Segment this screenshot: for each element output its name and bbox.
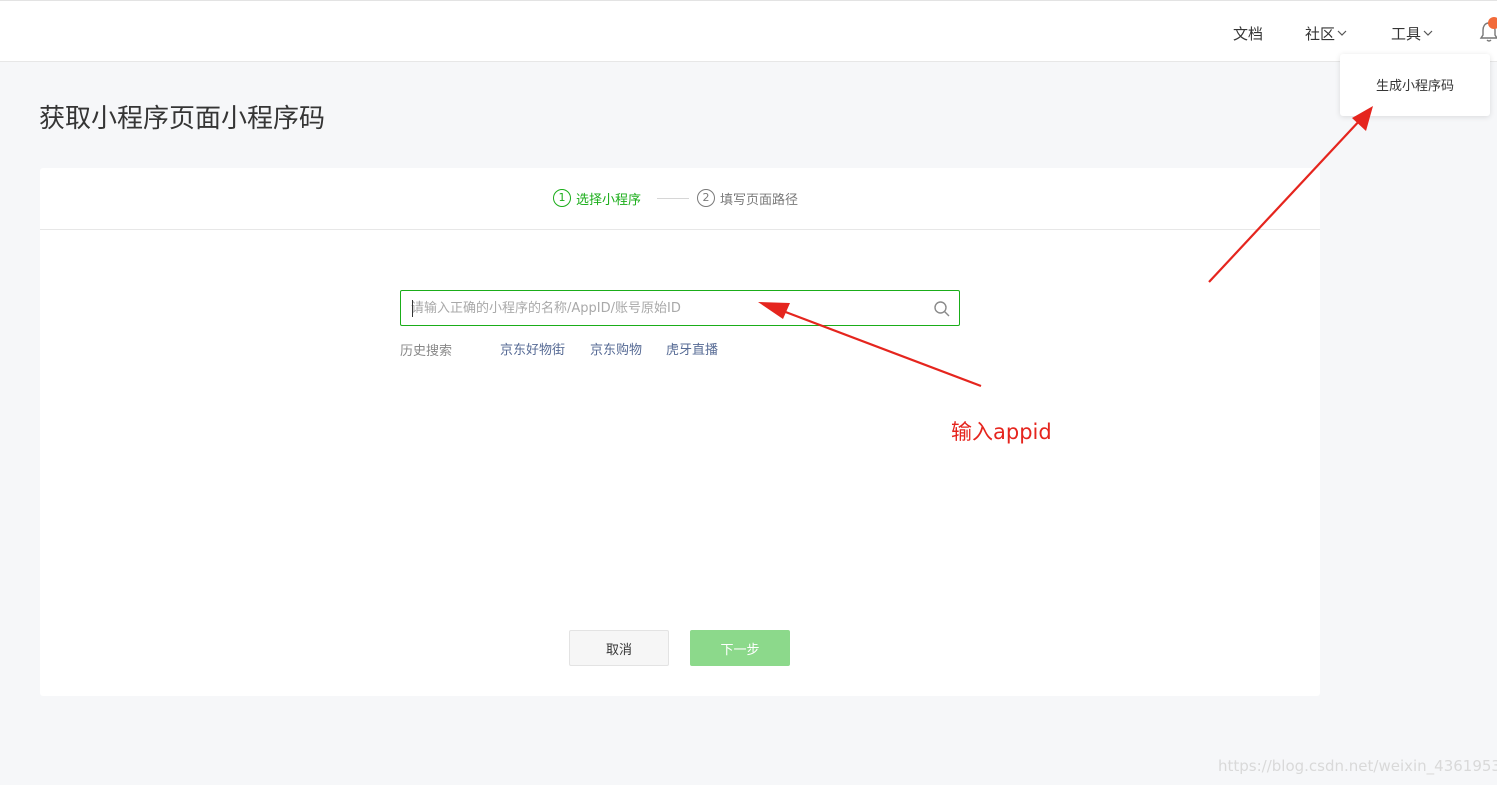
step-fill-page-path: 2 填写页面路径	[697, 188, 798, 208]
nav-community-label: 社区	[1305, 24, 1336, 43]
page-title: 获取小程序页面小程序码	[39, 104, 326, 134]
search-input[interactable]	[411, 291, 921, 325]
step-label: 填写页面路径	[720, 192, 799, 208]
notification-badge	[1488, 17, 1497, 29]
step-select-mini-program: 1 选择小程序	[553, 188, 641, 208]
nav-docs[interactable]: 文档	[1233, 23, 1263, 43]
top-navigation-bar: 文档 社区 工具	[0, 0, 1497, 62]
step-number: 1	[553, 189, 571, 207]
history-item[interactable]: 京东购物	[590, 339, 642, 358]
cancel-button[interactable]: 取消	[569, 630, 669, 666]
chevron-down-icon	[1423, 30, 1433, 36]
nav-tools[interactable]: 工具	[1391, 23, 1433, 43]
nav-tools-label: 工具	[1391, 24, 1422, 43]
search-icon[interactable]	[933, 300, 951, 318]
tools-dropdown-menu: 生成小程序码	[1340, 54, 1490, 116]
nav-community[interactable]: 社区	[1305, 23, 1347, 43]
history-label: 历史搜索	[400, 344, 453, 359]
step-connector	[657, 198, 689, 199]
history-item[interactable]: 京东好物街	[500, 339, 565, 358]
next-step-button[interactable]: 下一步	[690, 630, 790, 666]
menu-item-generate-mini-program-code[interactable]: 生成小程序码	[1340, 75, 1490, 94]
annotation-label: 输入appid	[951, 420, 1052, 444]
step-label: 选择小程序	[576, 192, 642, 208]
step-indicator: 1 选择小程序 2 填写页面路径	[40, 168, 1320, 230]
step-number: 2	[697, 189, 715, 207]
nav-docs-label: 文档	[1233, 24, 1264, 43]
history-item[interactable]: 虎牙直播	[666, 339, 718, 358]
text-caret	[412, 300, 413, 317]
chevron-down-icon	[1337, 30, 1347, 36]
main-panel: 1 选择小程序 2 填写页面路径 历史搜索 京东好物街 京东购物 虎牙直播 取消…	[40, 168, 1320, 696]
watermark: https://blog.csdn.net/weixin_43619531	[1218, 757, 1497, 775]
search-box	[400, 290, 960, 326]
